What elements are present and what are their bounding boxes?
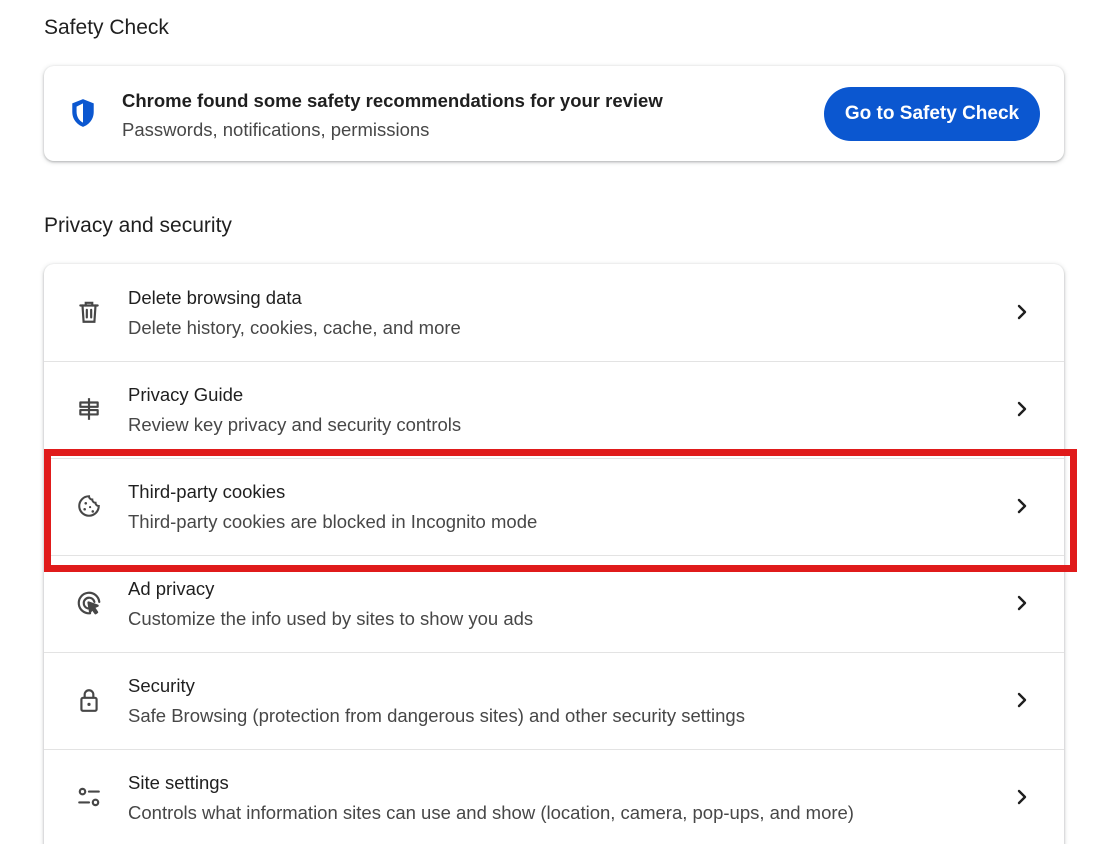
chevron-right-icon [1017, 595, 1027, 611]
site-settings-icon [78, 787, 100, 807]
row-subtitle: Review key privacy and security controls [128, 414, 462, 435]
privacy-security-heading: Privacy and security [44, 214, 232, 237]
row-subtitle: Third-party cookies are blocked in Incog… [128, 511, 538, 532]
safety-check-title: Chrome found some safety recommendations… [122, 90, 663, 111]
trash-icon [79, 301, 99, 323]
safety-check-card: Chrome found some safety recommendations… [44, 66, 1064, 161]
row-title: Site settings [128, 772, 229, 793]
delete-browsing-data-row[interactable]: Delete browsing data Delete history, coo… [44, 264, 1064, 361]
row-subtitle: Safe Browsing (protection from dangerous… [128, 705, 745, 726]
cookie-icon [78, 495, 100, 517]
settings-page: Safety Check Chrome found some safety re… [0, 0, 1104, 844]
lock-icon [80, 689, 98, 712]
chevron-right-icon [1017, 498, 1027, 514]
row-title: Security [128, 675, 195, 696]
safety-check-subtitle: Passwords, notifications, permissions [122, 119, 430, 140]
safety-check-heading: Safety Check [44, 16, 169, 39]
row-title: Ad privacy [128, 578, 215, 599]
ad-privacy-icon [77, 591, 101, 615]
row-subtitle: Customize the info used by sites to show… [128, 608, 534, 629]
shield-icon [72, 99, 94, 127]
ad-privacy-row[interactable]: Ad privacy Customize the info used by si… [44, 555, 1064, 652]
site-settings-row[interactable]: Site settings Controls what information … [44, 749, 1064, 844]
row-subtitle: Controls what information sites can use … [128, 802, 854, 823]
row-title: Privacy Guide [128, 384, 244, 405]
row-title: Third-party cookies [128, 481, 286, 502]
privacy-guide-row[interactable]: Privacy Guide Review key privacy and sec… [44, 361, 1064, 458]
chevron-right-icon [1017, 304, 1027, 320]
row-subtitle: Delete history, cookies, cache, and more [128, 317, 461, 338]
security-row[interactable]: Security Safe Browsing (protection from … [44, 652, 1064, 749]
privacy-security-card: Delete browsing data Delete history, coo… [44, 264, 1064, 844]
chevron-right-icon [1017, 401, 1027, 417]
row-title: Delete browsing data [128, 287, 302, 308]
third-party-cookies-row[interactable]: Third-party cookies Third-party cookies … [44, 458, 1064, 555]
signpost-icon [79, 398, 99, 420]
go-to-safety-check-button[interactable]: Go to Safety Check [824, 87, 1040, 141]
chevron-right-icon [1017, 789, 1027, 805]
chevron-right-icon [1017, 692, 1027, 708]
